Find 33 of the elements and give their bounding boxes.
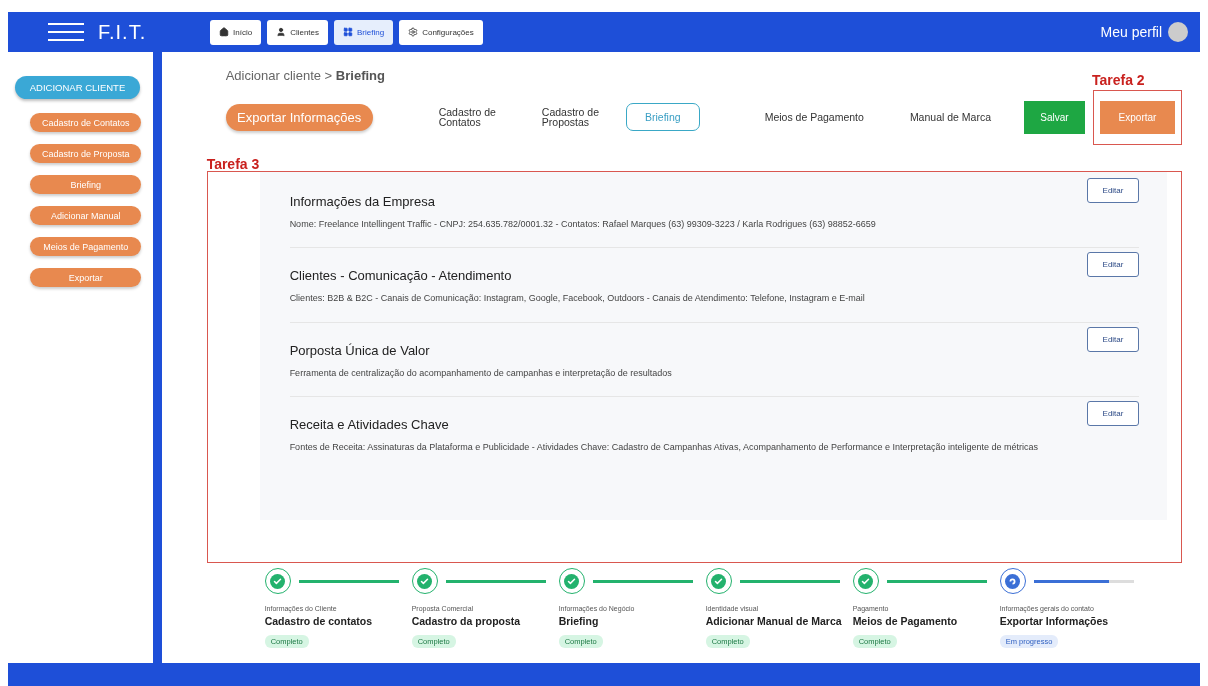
nav-tab[interactable]: Clientes (267, 19, 329, 45)
menu-icon[interactable] (48, 22, 84, 42)
breadcrumb: Adicionar cliente > Briefing (225, 68, 385, 83)
grid-icon (343, 27, 354, 37)
edit-button[interactable]: Editar (1087, 252, 1139, 278)
home-icon (219, 27, 229, 37)
nav-tab[interactable]: Briefing (334, 19, 394, 45)
section-text: Nome: Freelance Intellingent Traffic - CNPJ: 254.635.782/0001.32 - Contatos: Rafael Marques (63) 99309-3223 / Karla Rodrigues (63) 98852-6659 (289, 218, 877, 231)
gear-icon (408, 27, 419, 37)
section-text: Clientes: B2B & B2C - Canais de Comunicação: Instagram, Google, Facebook, Outdoors - Canais de Atendimento: Telefone, Instagram e E-mail (289, 292, 866, 306)
edit-button[interactable]: Editar (1087, 178, 1139, 203)
nav-tab[interactable]: Início (210, 19, 262, 45)
annotation-label: Tarefa 3 (206, 157, 261, 171)
section-text: Fontes de Receita: Assinaturas da Plataforma e Publicidade - Atividades Chave: Cadastro de Campanhas Ativas, Acompanhamento de Performance e Interpretação inteligente de métricas (289, 441, 1040, 455)
step-title: Meios de Pagamento (852, 615, 959, 627)
user-icon (276, 27, 287, 37)
annotation-label: Tarefa 2 (1092, 71, 1145, 88)
step-title: Exportar Informações (999, 615, 1110, 627)
step-title: Cadastro de contatos (264, 615, 373, 627)
nav-tab[interactable]: Configurações (399, 19, 483, 45)
edit-button[interactable]: Editar (1087, 326, 1139, 352)
profile-link[interactable]: Meu perfil (1100, 24, 1162, 40)
logo: F.I.T. (98, 20, 148, 44)
avatar[interactable] (1168, 22, 1188, 42)
section-title: Porposta Única de Valor (289, 342, 431, 358)
section-text: Ferramenta de centralização do acompanhamento de campanhas e interpretação de resultados (289, 366, 673, 380)
step-title: Briefing (558, 615, 600, 627)
step-title: Cadastro da proposta (411, 615, 522, 627)
section-title: Informações da Empresa (289, 194, 436, 209)
section-title: Receita e Atividades Chave (289, 417, 450, 433)
step-title: Adicionar Manual de Marca (705, 615, 843, 627)
section-title: Clientes - Comunicação - Atendimento (289, 268, 513, 284)
edit-button[interactable]: Editar (1087, 401, 1139, 427)
